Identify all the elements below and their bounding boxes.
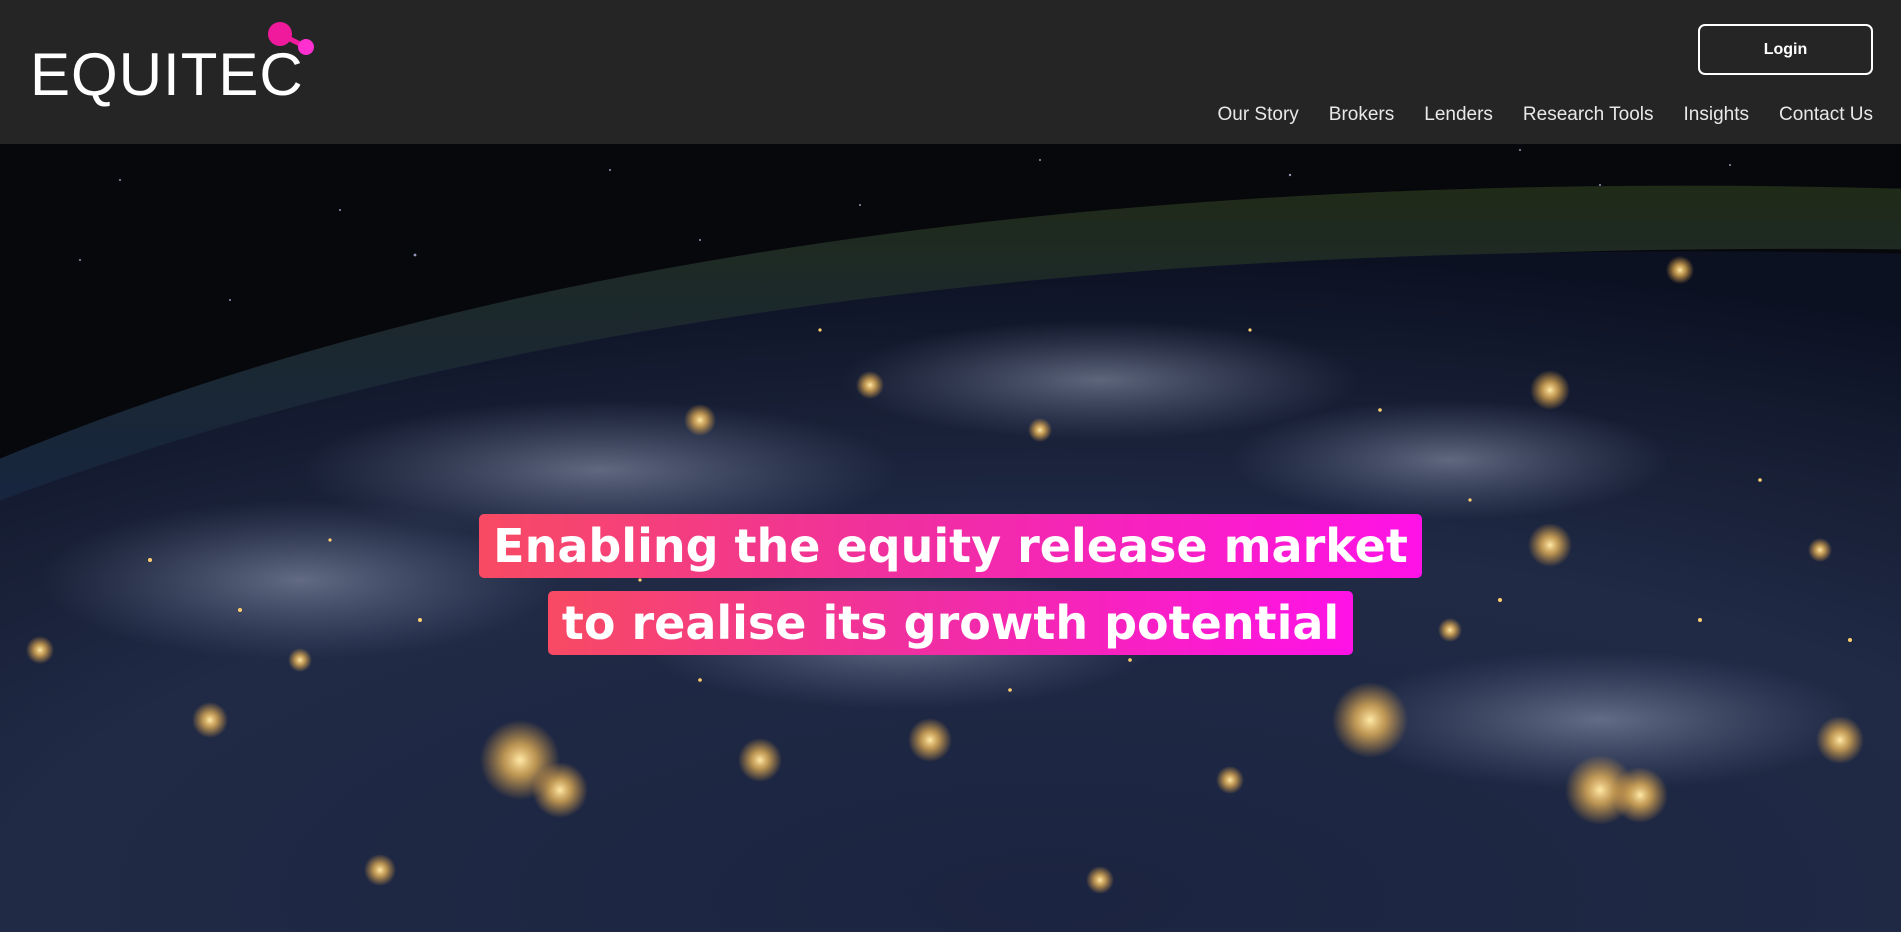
headline-line-2: to realise its growth potential — [547, 591, 1354, 655]
equitec-logo[interactable]: EQUITEC — [30, 20, 320, 110]
nav-item-insights[interactable]: Insights — [1684, 104, 1749, 126]
nav-item-research-tools[interactable]: Research Tools — [1523, 104, 1654, 126]
site-header: EQUITEC Login Our Story Brokers Lenders … — [0, 0, 1901, 144]
nav-item-our-story[interactable]: Our Story — [1217, 104, 1298, 126]
hero-headline: Enabling the equity release market to re… — [0, 514, 1901, 655]
main-navigation: Our Story Brokers Lenders Research Tools… — [1217, 104, 1873, 126]
nav-item-brokers[interactable]: Brokers — [1329, 104, 1394, 126]
logo-wordmark: EQUITEC — [30, 41, 304, 108]
headline-line-1: Enabling the equity release market — [479, 514, 1422, 578]
homepage: EQUITEC Login Our Story Brokers Lenders … — [0, 0, 1901, 932]
nav-item-lenders[interactable]: Lenders — [1424, 104, 1493, 126]
login-button[interactable]: Login — [1698, 24, 1873, 75]
nav-item-contact-us[interactable]: Contact Us — [1779, 104, 1873, 126]
molecule-logo-icon — [268, 22, 314, 55]
